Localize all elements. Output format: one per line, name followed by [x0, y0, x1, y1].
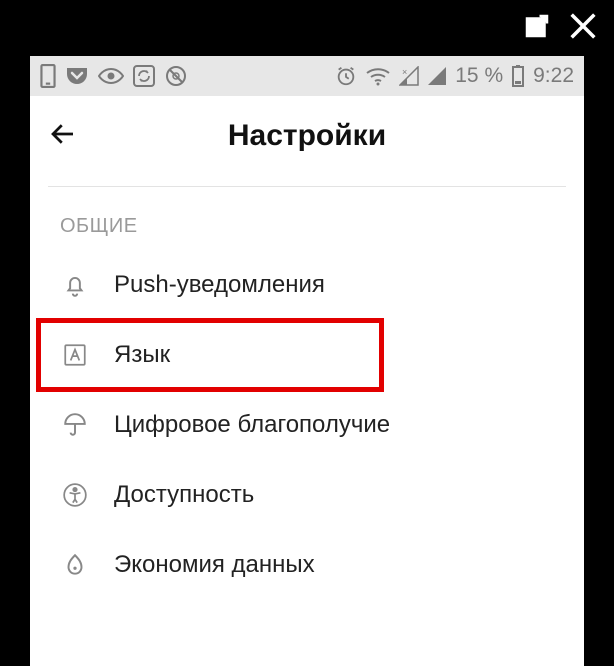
alarm-icon [335, 65, 357, 87]
umbrella-icon [60, 410, 90, 440]
wifi-icon [365, 66, 391, 86]
accessibility-icon [60, 480, 90, 510]
language-icon [60, 340, 90, 370]
android-status-bar: × 15 % 9:22 [30, 56, 584, 96]
settings-item-language[interactable]: Язык [30, 320, 584, 390]
settings-item-label: Цифровое благополучие [114, 411, 390, 439]
settings-item-accessibility[interactable]: Доступность [30, 460, 584, 530]
signal-1-icon: × [399, 66, 419, 86]
section-label-general: ОБЩИЕ [30, 187, 584, 250]
open-external-icon[interactable] [522, 11, 552, 46]
device-frame: × 15 % 9:22 Настройки ОБЩИЕ [0, 0, 614, 666]
bottom-fade [30, 636, 584, 666]
settings-item-digital-wellbeing[interactable]: Цифровое благополучие [30, 390, 584, 460]
sync-icon [132, 64, 156, 88]
settings-item-label: Push-уведомления [114, 271, 325, 299]
overlay-toolbar [0, 0, 614, 56]
settings-item-label: Язык [114, 341, 170, 369]
settings-item-data-saver[interactable]: Экономия данных [30, 530, 584, 600]
eye-icon [98, 67, 124, 85]
phone-screen: × 15 % 9:22 Настройки ОБЩИЕ [30, 56, 584, 666]
page-title: Настройки [30, 119, 584, 153]
settings-item-label: Доступность [114, 481, 254, 509]
pocket-icon [64, 65, 90, 87]
battery-icon [511, 64, 525, 88]
bell-icon [60, 270, 90, 300]
settings-item-push[interactable]: Push-уведомления [30, 250, 584, 320]
settings-item-label: Экономия данных [114, 551, 315, 579]
no-location-icon [164, 64, 188, 88]
clock-text: 9:22 [533, 64, 574, 88]
app-header: Настройки [30, 96, 584, 176]
phone-portrait-icon [40, 64, 56, 88]
signal-2-icon [427, 66, 447, 86]
data-saver-icon [60, 550, 90, 580]
battery-percent: 15 % [455, 64, 503, 88]
close-icon[interactable] [566, 9, 600, 48]
svg-text:×: × [402, 67, 407, 77]
